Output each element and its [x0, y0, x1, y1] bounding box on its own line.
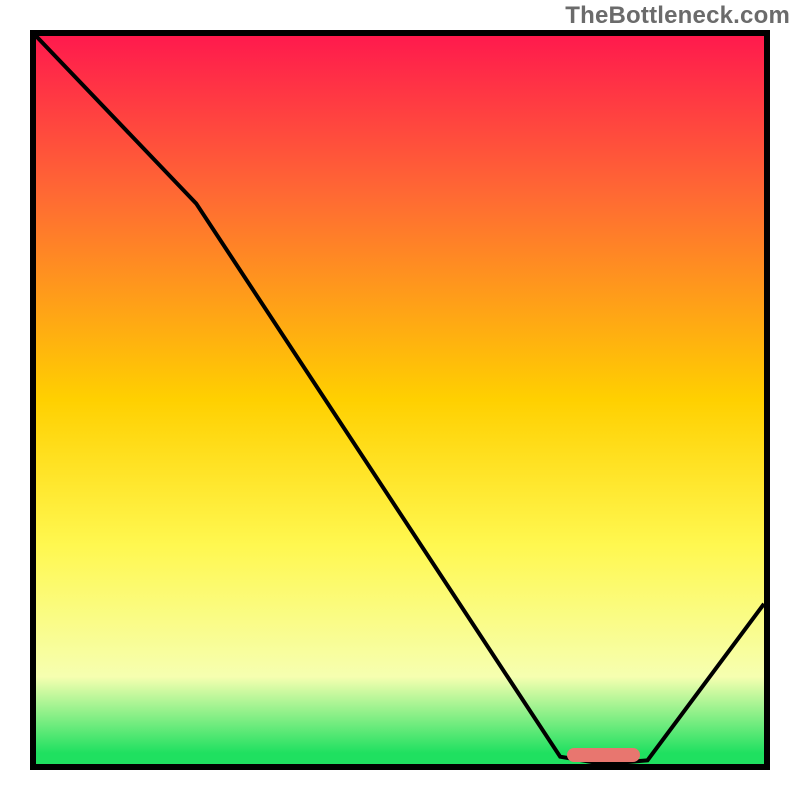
plot-svg [36, 36, 764, 764]
watermark-text: TheBottleneck.com [565, 2, 790, 30]
chart-stage: TheBottleneck.com [0, 0, 800, 800]
plot-frame [30, 30, 770, 770]
minimum-marker [567, 748, 640, 762]
gradient-background [36, 36, 764, 764]
